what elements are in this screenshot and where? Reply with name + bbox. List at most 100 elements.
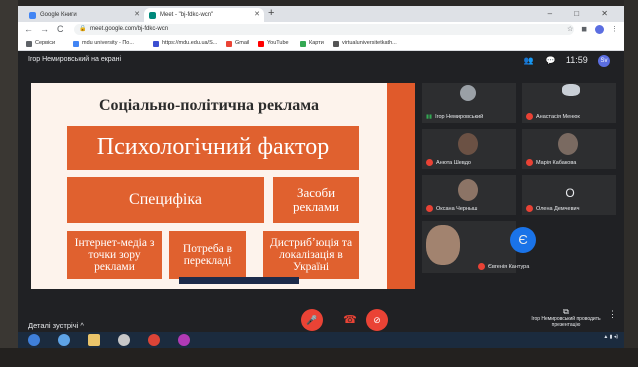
- participant-tile[interactable]: Оксана Черныш: [422, 175, 516, 215]
- star-icon[interactable]: ☆: [567, 26, 573, 33]
- google-icon: [73, 41, 79, 47]
- avatar: [562, 84, 580, 96]
- extension-icon[interactable]: ◼: [581, 26, 587, 33]
- presented-slide: Соціально-політична реклама Психологічни…: [31, 83, 387, 289]
- participant-tile[interactable]: Анюта Шевдо: [422, 129, 516, 169]
- windows-taskbar: ▲ ▮ ◂): [18, 332, 624, 348]
- camera-off-icon: ⊘: [373, 315, 381, 325]
- participant-tile[interactable]: Анастасія Менюк: [522, 83, 616, 123]
- meeting-details-label: Деталі зустрічі: [28, 321, 79, 330]
- bookmark-maps[interactable]: Карти: [300, 37, 324, 50]
- bookmark-label: Карти: [309, 40, 324, 46]
- mic-off-icon: 🎤: [306, 315, 318, 325]
- bookmark-label: virtualuniversitetkath...: [342, 40, 397, 46]
- close-icon[interactable]: ✕: [254, 8, 260, 22]
- profile-icon[interactable]: [595, 24, 605, 34]
- site-icon: [333, 41, 339, 47]
- chrome-icon[interactable]: [148, 334, 160, 346]
- slide-box-distribution: Дистрибʼюція та локалізація в Україні: [263, 231, 359, 279]
- folder-icon[interactable]: [88, 334, 100, 346]
- screen: Google Книги ✕ Meet - "bj-fdkc-wcn" ✕ + …: [18, 6, 624, 348]
- system-tray[interactable]: ▲ ▮ ◂): [603, 334, 618, 340]
- forward-button[interactable]: →: [40, 23, 49, 36]
- slide-box-translation-need: Потреба в перекладі: [169, 231, 246, 279]
- bookmark-mdu-site[interactable]: https://mdu.edu.ua/S...: [153, 37, 217, 50]
- start-icon[interactable]: [28, 334, 40, 346]
- browser-tab-books[interactable]: Google Книги ✕: [24, 8, 144, 22]
- participant-tile[interactable]: О Олена Демчевич: [522, 175, 616, 215]
- avatar: [458, 133, 478, 155]
- more-vert-icon: ⋮: [608, 309, 617, 319]
- presentation-status[interactable]: ⧉ Ігор Немировський проводить презентацію: [531, 307, 601, 329]
- presenter-label: Ігор Немировський на екрані: [28, 56, 122, 63]
- people-icon[interactable]: 👥: [524, 56, 534, 65]
- participant-name: Олена Демчевич: [526, 205, 579, 212]
- participant-name-text: Олена Демчевич: [536, 205, 580, 212]
- browser-tab-meet[interactable]: Meet - "bj-fdkc-wcn" ✕: [144, 8, 264, 22]
- ie-icon[interactable]: [58, 334, 70, 346]
- bookmark-apps[interactable]: Сервіси: [26, 37, 55, 50]
- back-button[interactable]: ←: [24, 23, 33, 36]
- reload-button[interactable]: C: [57, 23, 64, 36]
- tab-label: Meet - "bj-fdkc-wcn": [160, 12, 214, 18]
- bookmark-mdu[interactable]: mdu university - По...: [73, 37, 134, 50]
- bookmark-label: https://mdu.edu.ua/S...: [162, 40, 218, 46]
- slide-box-advertising-means: Засоби реклами: [273, 177, 359, 223]
- present-screen-icon: ⧉: [563, 307, 569, 316]
- tab-label: Google Книги: [40, 12, 77, 18]
- presenting-strip: [179, 277, 299, 284]
- avatar: [426, 225, 460, 265]
- presentation-status-label: Ігор Немировський проводить презентацію: [531, 316, 601, 328]
- menu-icon[interactable]: ⋮: [611, 26, 618, 33]
- apps-icon: [26, 41, 32, 47]
- slide-box-specifics: Специфіка: [67, 177, 264, 223]
- extension-area: ☆ ◼ ⋮: [567, 24, 618, 35]
- media-player-icon[interactable]: [118, 334, 130, 346]
- mic-off-icon: [526, 205, 533, 212]
- browser-toolbar: ← → C 🔒 meet.google.com/bj-fdkc-wcn ☆ ◼ …: [18, 22, 624, 37]
- window-controls[interactable]: – □ ✕: [548, 6, 618, 22]
- mic-off-icon: [426, 159, 433, 166]
- participant-tile[interactable]: Марія Кабакова: [522, 129, 616, 169]
- site-icon: [153, 41, 159, 47]
- avatar[interactable]: Sv: [598, 54, 610, 67]
- monitor-bezel-bottom: [0, 348, 638, 367]
- slide-accent-stripe: [387, 83, 415, 289]
- participant-name-text: Євгенія Кантура: [488, 263, 530, 270]
- end-call-button[interactable]: ☎: [339, 309, 361, 331]
- mic-off-icon: [526, 113, 533, 120]
- participant-name-text: Марія Кабакова: [536, 159, 577, 166]
- address-bar[interactable]: 🔒 meet.google.com/bj-fdkc-wcn: [74, 24, 574, 35]
- new-tab-button[interactable]: +: [268, 7, 274, 19]
- bookmark-gmail[interactable]: Gmail: [226, 37, 249, 50]
- more-options-button[interactable]: ⋮: [608, 309, 617, 320]
- google-books-icon: [29, 12, 36, 19]
- meeting-details-button[interactable]: Деталі зустрічі ^: [28, 321, 84, 330]
- app-icon[interactable]: [178, 334, 190, 346]
- bookmark-youtube[interactable]: YouTube: [258, 37, 289, 50]
- camera-toggle-button[interactable]: ⊘: [366, 309, 388, 331]
- slide-box-internet-media: Інтернет-медіа з точки зору реклами: [67, 231, 162, 279]
- url-text: meet.google.com/bj-fdkc-wcn: [90, 26, 169, 32]
- bookmark-label: Gmail: [235, 40, 250, 46]
- chevron-up-icon: ^: [80, 321, 84, 330]
- browser-tab-bar: Google Книги ✕ Meet - "bj-fdkc-wcn" ✕ + …: [18, 6, 624, 22]
- bookmark-label: YouTube: [267, 40, 289, 46]
- mic-off-icon: [478, 263, 485, 270]
- bookmark-label: mdu university - По...: [82, 40, 134, 46]
- participant-initial: О: [565, 186, 575, 200]
- participant-name: Євгенія Кантура: [478, 263, 529, 270]
- slide-title: Соціально-політична реклама: [98, 97, 320, 114]
- participant-name: Оксана Черныш: [426, 205, 477, 212]
- mic-toggle-button[interactable]: 🎤: [301, 309, 323, 331]
- close-icon[interactable]: ✕: [134, 8, 140, 22]
- participant-tile[interactable]: ▮▮ Ігор Немировський: [422, 83, 516, 123]
- participant-name: Анастасія Менюк: [526, 113, 580, 120]
- participant-initial: Є: [510, 227, 536, 253]
- audio-level-icon: ▮▮: [426, 114, 433, 120]
- participant-tile[interactable]: Є Євгенія Кантура: [474, 221, 568, 273]
- avatar: [558, 133, 578, 155]
- chat-icon[interactable]: 💬: [546, 56, 556, 65]
- participant-name-text: Ігор Немировський: [435, 114, 484, 120]
- bookmark-virtual[interactable]: virtualuniversitetkath...: [333, 37, 397, 50]
